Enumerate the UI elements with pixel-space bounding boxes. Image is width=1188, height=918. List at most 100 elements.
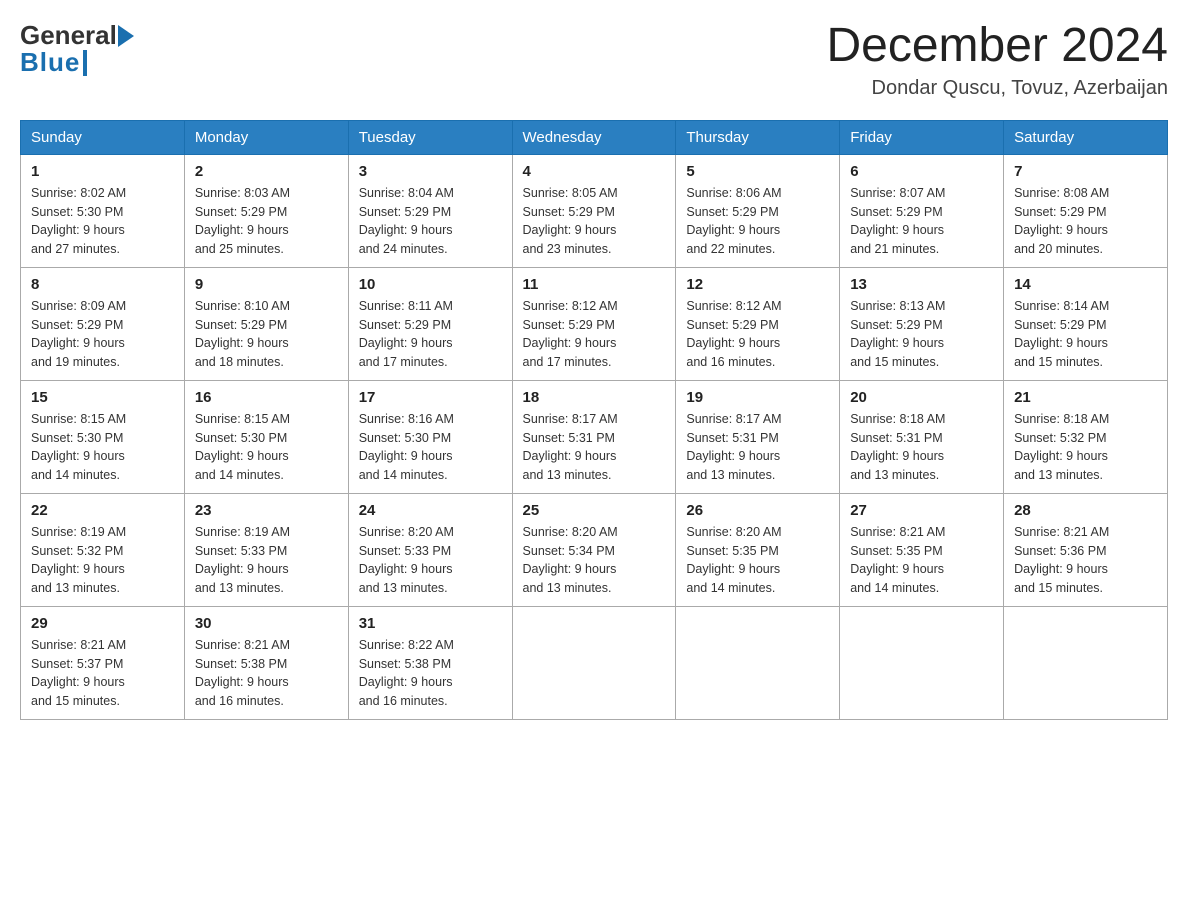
week-row-5: 29 Sunrise: 8:21 AMSunset: 5:37 PMDayligh… xyxy=(21,606,1168,719)
day-info: Sunrise: 8:17 AMSunset: 5:31 PMDaylight:… xyxy=(686,410,829,485)
calendar-cell: 30 Sunrise: 8:21 AMSunset: 5:38 PMDayligh… xyxy=(184,606,348,719)
day-info: Sunrise: 8:14 AMSunset: 5:29 PMDaylight:… xyxy=(1014,297,1157,372)
title-block: December 2024 Dondar Quscu, Tovuz, Azerb… xyxy=(826,20,1168,100)
day-info: Sunrise: 8:21 AMSunset: 5:35 PMDaylight:… xyxy=(850,523,993,598)
day-info: Sunrise: 8:19 AMSunset: 5:33 PMDaylight:… xyxy=(195,523,338,598)
day-number: 21 xyxy=(1014,389,1157,406)
weekday-header-saturday: Saturday xyxy=(1004,120,1168,154)
day-info: Sunrise: 8:12 AMSunset: 5:29 PMDaylight:… xyxy=(523,297,666,372)
day-number: 28 xyxy=(1014,502,1157,519)
day-info: Sunrise: 8:10 AMSunset: 5:29 PMDaylight:… xyxy=(195,297,338,372)
day-info: Sunrise: 8:05 AMSunset: 5:29 PMDaylight:… xyxy=(523,184,666,259)
calendar-cell: 4 Sunrise: 8:05 AMSunset: 5:29 PMDaylight… xyxy=(512,154,676,267)
day-info: Sunrise: 8:07 AMSunset: 5:29 PMDaylight:… xyxy=(850,184,993,259)
day-number: 9 xyxy=(195,276,338,293)
calendar-cell: 11 Sunrise: 8:12 AMSunset: 5:29 PMDayligh… xyxy=(512,267,676,380)
day-number: 11 xyxy=(523,276,666,293)
calendar-cell: 2Sunrise: 8:03 AMSunset: 5:29 PMDaylight… xyxy=(184,154,348,267)
day-number: 15 xyxy=(31,389,174,406)
day-number: 25 xyxy=(523,502,666,519)
weekday-header-friday: Friday xyxy=(840,120,1004,154)
day-number: 29 xyxy=(31,615,174,632)
calendar-cell: 29 Sunrise: 8:21 AMSunset: 5:37 PMDayligh… xyxy=(21,606,185,719)
day-info: Sunrise: 8:17 AMSunset: 5:31 PMDaylight:… xyxy=(523,410,666,485)
logo-blue-text: Blue xyxy=(20,47,80,78)
day-info: Sunrise: 8:21 AMSunset: 5:38 PMDaylight:… xyxy=(195,636,338,711)
day-number: 31 xyxy=(359,615,502,632)
day-info: Sunrise: 8:08 AMSunset: 5:29 PMDaylight:… xyxy=(1014,184,1157,259)
calendar-cell: 13Sunrise: 8:13 AMSunset: 5:29 PMDayligh… xyxy=(840,267,1004,380)
calendar-cell: 7 Sunrise: 8:08 AMSunset: 5:29 PMDaylight… xyxy=(1004,154,1168,267)
day-number: 23 xyxy=(195,502,338,519)
day-info: Sunrise: 8:20 AMSunset: 5:34 PMDaylight:… xyxy=(523,523,666,598)
weekday-header-thursday: Thursday xyxy=(676,120,840,154)
calendar-cell: 1 Sunrise: 8:02 AMSunset: 5:30 PMDaylight… xyxy=(21,154,185,267)
day-info: Sunrise: 8:20 AMSunset: 5:35 PMDaylight:… xyxy=(686,523,829,598)
calendar-cell: 22 Sunrise: 8:19 AMSunset: 5:32 PMDayligh… xyxy=(21,493,185,606)
day-info: Sunrise: 8:11 AMSunset: 5:29 PMDaylight:… xyxy=(359,297,502,372)
calendar-cell: 27Sunrise: 8:21 AMSunset: 5:35 PMDayligh… xyxy=(840,493,1004,606)
weekday-header-wednesday: Wednesday xyxy=(512,120,676,154)
calendar-cell: 31 Sunrise: 8:22 AMSunset: 5:38 PMDayligh… xyxy=(348,606,512,719)
day-number: 6 xyxy=(850,163,993,180)
calendar-cell: 5Sunrise: 8:06 AMSunset: 5:29 PMDaylight… xyxy=(676,154,840,267)
day-number: 8 xyxy=(31,276,174,293)
calendar-cell xyxy=(840,606,1004,719)
calendar-cell: 12Sunrise: 8:12 AMSunset: 5:29 PMDayligh… xyxy=(676,267,840,380)
day-number: 4 xyxy=(523,163,666,180)
calendar-cell: 9 Sunrise: 8:10 AMSunset: 5:29 PMDaylight… xyxy=(184,267,348,380)
calendar-cell: 24 Sunrise: 8:20 AMSunset: 5:33 PMDayligh… xyxy=(348,493,512,606)
calendar-cell: 3Sunrise: 8:04 AMSunset: 5:29 PMDaylight… xyxy=(348,154,512,267)
calendar-table: SundayMondayTuesdayWednesdayThursdayFrid… xyxy=(20,120,1168,720)
day-number: 1 xyxy=(31,163,174,180)
day-number: 19 xyxy=(686,389,829,406)
day-number: 13 xyxy=(850,276,993,293)
day-info: Sunrise: 8:09 AMSunset: 5:29 PMDaylight:… xyxy=(31,297,174,372)
day-number: 22 xyxy=(31,502,174,519)
calendar-cell: 28 Sunrise: 8:21 AMSunset: 5:36 PMDayligh… xyxy=(1004,493,1168,606)
calendar-cell: 16Sunrise: 8:15 AMSunset: 5:30 PMDayligh… xyxy=(184,380,348,493)
calendar-cell: 20 Sunrise: 8:18 AMSunset: 5:31 PMDayligh… xyxy=(840,380,1004,493)
page-header: General Blue December 2024 Dondar Quscu,… xyxy=(20,20,1168,100)
day-info: Sunrise: 8:02 AMSunset: 5:30 PMDaylight:… xyxy=(31,184,174,259)
calendar-cell: 6 Sunrise: 8:07 AMSunset: 5:29 PMDaylight… xyxy=(840,154,1004,267)
calendar-cell xyxy=(512,606,676,719)
weekday-header-sunday: Sunday xyxy=(21,120,185,154)
weekday-header-tuesday: Tuesday xyxy=(348,120,512,154)
day-number: 30 xyxy=(195,615,338,632)
calendar-cell: 19 Sunrise: 8:17 AMSunset: 5:31 PMDayligh… xyxy=(676,380,840,493)
day-info: Sunrise: 8:21 AMSunset: 5:36 PMDaylight:… xyxy=(1014,523,1157,598)
day-number: 14 xyxy=(1014,276,1157,293)
calendar-cell: 10Sunrise: 8:11 AMSunset: 5:29 PMDayligh… xyxy=(348,267,512,380)
day-info: Sunrise: 8:03 AMSunset: 5:29 PMDaylight:… xyxy=(195,184,338,259)
day-number: 20 xyxy=(850,389,993,406)
week-row-3: 15 Sunrise: 8:15 AMSunset: 5:30 PMDayligh… xyxy=(21,380,1168,493)
day-number: 18 xyxy=(523,389,666,406)
logo-triangle-icon xyxy=(118,25,134,47)
location-title: Dondar Quscu, Tovuz, Azerbaijan xyxy=(826,77,1168,100)
logo: General Blue xyxy=(20,20,134,78)
day-info: Sunrise: 8:16 AMSunset: 5:30 PMDaylight:… xyxy=(359,410,502,485)
day-number: 24 xyxy=(359,502,502,519)
day-info: Sunrise: 8:18 AMSunset: 5:31 PMDaylight:… xyxy=(850,410,993,485)
logo-vbar-icon xyxy=(83,50,87,76)
day-number: 12 xyxy=(686,276,829,293)
day-number: 17 xyxy=(359,389,502,406)
day-number: 7 xyxy=(1014,163,1157,180)
calendar-cell xyxy=(1004,606,1168,719)
day-info: Sunrise: 8:22 AMSunset: 5:38 PMDaylight:… xyxy=(359,636,502,711)
month-title: December 2024 xyxy=(826,20,1168,73)
calendar-cell: 26 Sunrise: 8:20 AMSunset: 5:35 PMDayligh… xyxy=(676,493,840,606)
calendar-cell: 18 Sunrise: 8:17 AMSunset: 5:31 PMDayligh… xyxy=(512,380,676,493)
weekday-header-row: SundayMondayTuesdayWednesdayThursdayFrid… xyxy=(21,120,1168,154)
calendar-cell: 8 Sunrise: 8:09 AMSunset: 5:29 PMDaylight… xyxy=(21,267,185,380)
day-info: Sunrise: 8:18 AMSunset: 5:32 PMDaylight:… xyxy=(1014,410,1157,485)
calendar-cell: 15Sunrise: 8:15 AMSunset: 5:30 PMDayligh… xyxy=(21,380,185,493)
day-info: Sunrise: 8:15 AMSunset: 5:30 PMDaylight:… xyxy=(195,410,338,485)
calendar-cell xyxy=(676,606,840,719)
day-info: Sunrise: 8:19 AMSunset: 5:32 PMDaylight:… xyxy=(31,523,174,598)
day-number: 26 xyxy=(686,502,829,519)
week-row-2: 8 Sunrise: 8:09 AMSunset: 5:29 PMDaylight… xyxy=(21,267,1168,380)
day-info: Sunrise: 8:21 AMSunset: 5:37 PMDaylight:… xyxy=(31,636,174,711)
day-info: Sunrise: 8:20 AMSunset: 5:33 PMDaylight:… xyxy=(359,523,502,598)
